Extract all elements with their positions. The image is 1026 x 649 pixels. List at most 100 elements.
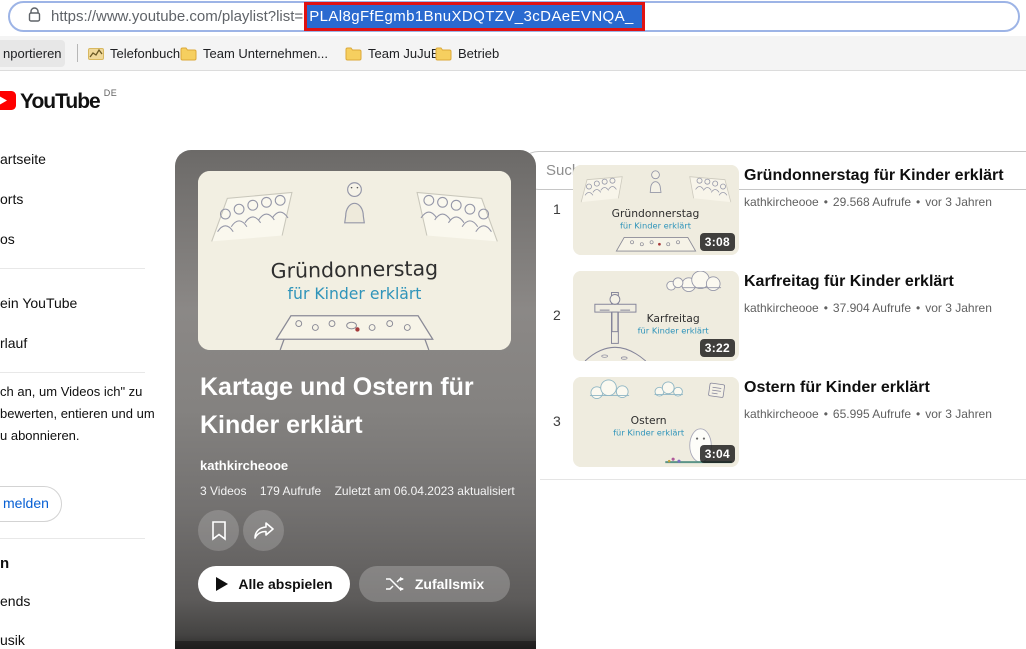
thumb-subtitle-text: für Kinder erklärt — [288, 284, 422, 303]
thumb-subtitle-text: für Kinder erklärt — [620, 221, 692, 231]
playlist-channel-link[interactable]: kathkircheooe — [200, 458, 288, 473]
video-row[interactable]: 2 Karfreitag — [540, 271, 1026, 363]
play-all-label: Alle abspielen — [238, 576, 332, 592]
youtube-logo[interactable]: YouTube DE — [0, 91, 117, 112]
url-prefix: https://www.youtube.com/playlist?list= — [51, 8, 303, 25]
list-divider — [540, 479, 1026, 480]
thumb-subtitle-text: für Kinder erklärt — [613, 428, 685, 438]
thumb-subtitle-text: für Kinder erklärt — [638, 326, 710, 336]
explore-heading: n — [0, 555, 9, 572]
signin-promo-text: ch an, um Videos ich" zu bewerten, entie… — [0, 381, 160, 447]
video-title[interactable]: Gründonnerstag für Kinder erklärt — [744, 167, 1004, 185]
video-row[interactable]: 3 — [540, 377, 1026, 469]
share-icon — [254, 522, 274, 540]
url-text: https://www.youtube.com/playlist?list=PL… — [51, 2, 645, 31]
save-playlist-button[interactable] — [198, 510, 239, 551]
sidebar-divider — [0, 372, 145, 373]
video-thumbnail[interactable]: Ostern für Kinder erklärt 3:04 — [573, 377, 739, 467]
bookmark-label: Betrieb — [458, 46, 499, 61]
bookmark-telefonbuch[interactable]: Telefonbuch — [88, 40, 180, 67]
sidebar-item-trends[interactable]: ends — [0, 593, 30, 609]
video-title[interactable]: Ostern für Kinder erklärt — [744, 379, 930, 397]
playlist-header-panel: Gründonnerstag für Kinder erklärt Kartag… — [175, 150, 536, 649]
video-index: 2 — [553, 307, 561, 323]
video-views: 37.904 Aufrufe — [833, 301, 911, 315]
playlist-thumbnail[interactable]: Gründonnerstag für Kinder erklärt — [198, 171, 511, 350]
video-row[interactable]: 1 — [540, 165, 1026, 257]
duration-badge: 3:08 — [700, 233, 735, 251]
address-bar[interactable]: https://www.youtube.com/playlist?list=PL… — [8, 1, 1020, 32]
video-views: 29.568 Aufrufe — [833, 195, 911, 209]
sidebar-item-startseite[interactable]: artseite — [0, 151, 46, 167]
sidebar-divider — [0, 268, 145, 269]
video-channel: kathkircheooe — [744, 407, 819, 421]
signin-button[interactable]: melden — [0, 486, 62, 522]
url-selected-highlight: PLAl8gFfEgmb1BnuXDQTZV_3cDAeEVNQA_ — [304, 2, 645, 31]
duration-badge: 3:22 — [700, 339, 735, 357]
sidebar-item-abos[interactable]: os — [0, 231, 15, 247]
bookmark-label: Team Unternehmen... — [203, 46, 328, 61]
address-bar-row: https://www.youtube.com/playlist?list=PL… — [0, 0, 1026, 36]
video-channel: kathkircheooe — [744, 301, 819, 315]
table-drawing — [616, 237, 695, 251]
folder-icon — [180, 47, 197, 61]
playlist-title: Kartage und Ostern für Kinder erklärt — [200, 368, 520, 444]
video-meta: kathkircheooe 37.904 Aufrufe vor 3 Jahren — [744, 301, 992, 315]
panel-bottom-bar — [175, 641, 536, 649]
video-title[interactable]: Karfreitag für Kinder erklärt — [744, 273, 954, 291]
thumb-title-text: Ostern — [631, 414, 667, 427]
lock-icon[interactable] — [28, 7, 41, 27]
chart-favicon-icon — [88, 46, 104, 62]
thumb-title-text: Gründonnerstag — [612, 207, 700, 220]
video-age: vor 3 Jahren — [925, 407, 992, 421]
play-icon — [215, 577, 228, 591]
thumb-title-text: Karfreitag — [647, 312, 700, 325]
share-button[interactable] — [243, 510, 284, 551]
youtube-header: YouTube DE — [0, 72, 1026, 128]
video-channel: kathkircheooe — [744, 195, 819, 209]
bookmarks-import-button[interactable]: nportieren — [0, 40, 65, 67]
signin-button-label: melden — [3, 495, 49, 511]
crowd-left — [581, 177, 622, 202]
playlist-updated: Zuletzt am 06.04.2023 aktualisiert — [335, 484, 515, 498]
sidebar-divider — [0, 538, 145, 539]
sidebar-item-musik[interactable]: usik — [0, 632, 25, 648]
video-meta: kathkircheooe 29.568 Aufrufe vor 3 Jahren — [744, 195, 992, 209]
shuffle-icon — [385, 576, 405, 592]
bookmark-betrieb[interactable]: Betrieb — [435, 40, 499, 67]
scroll-drawing — [708, 383, 724, 398]
thumb-title-text: Gründonnerstag — [270, 256, 438, 283]
video-meta: kathkircheooe 65.995 Aufrufe vor 3 Jahren — [744, 407, 992, 421]
youtube-wordmark: YouTube — [20, 91, 100, 112]
duration-badge: 3:04 — [700, 445, 735, 463]
playlist-video-count: 3 Videos — [200, 484, 246, 498]
browser-window: https://www.youtube.com/playlist?list=PL… — [0, 0, 1026, 649]
shuffle-label: Zufallsmix — [415, 576, 484, 592]
sidebar-item-shorts[interactable]: orts — [0, 191, 23, 207]
bookmarks-separator — [77, 44, 78, 62]
video-views: 65.995 Aufrufe — [833, 407, 911, 421]
youtube-play-icon — [0, 91, 16, 110]
video-index: 3 — [553, 413, 561, 429]
country-code-label: DE — [104, 88, 118, 98]
playlist-meta: 3 Videos 179 Aufrufe Zuletzt am 06.04.20… — [200, 484, 525, 498]
bookmark-team-jujue[interactable]: Team JuJuE — [345, 40, 440, 67]
sidebar-item-mein-youtube[interactable]: ein YouTube — [0, 295, 77, 311]
video-thumbnail[interactable]: Karfreitag für Kinder erklärt 3:22 — [573, 271, 739, 361]
video-index: 1 — [553, 201, 561, 217]
shuffle-button[interactable]: Zufallsmix — [359, 566, 510, 602]
bookmark-label: Team JuJuE — [368, 46, 440, 61]
sidebar-item-verlauf[interactable]: rlauf — [0, 335, 27, 351]
folder-icon — [435, 47, 452, 61]
folder-icon — [345, 47, 362, 61]
video-age: vor 3 Jahren — [925, 301, 992, 315]
video-age: vor 3 Jahren — [925, 195, 992, 209]
bookmark-label: Telefonbuch — [110, 46, 180, 61]
play-all-button[interactable]: Alle abspielen — [198, 566, 350, 602]
bookmarks-bar: nportieren Telefonbuch Team Unternehmen.… — [0, 36, 1026, 71]
crowd-right — [690, 177, 731, 202]
playlist-view-count: 179 Aufrufe — [260, 484, 321, 498]
save-playlist-icon — [210, 521, 228, 541]
video-thumbnail[interactable]: Gründonnerstag für Kinder erklärt 3:08 — [573, 165, 739, 255]
bookmark-team-unternehmen[interactable]: Team Unternehmen... — [180, 40, 328, 67]
